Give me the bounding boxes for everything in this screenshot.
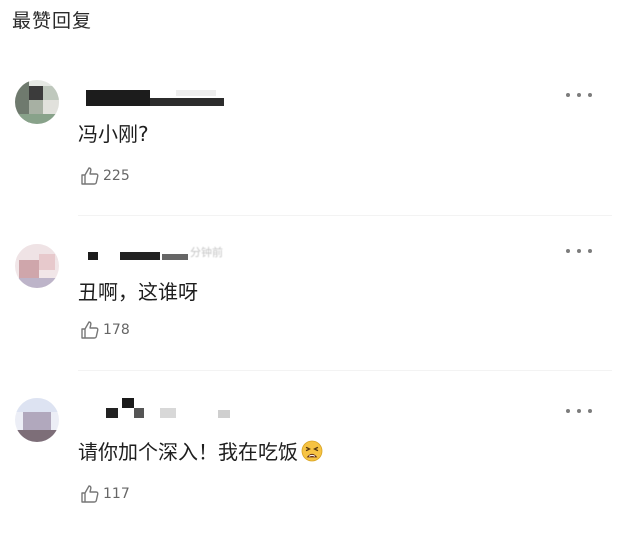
more-dots-icon[interactable]	[566, 246, 592, 256]
thumbs-up-icon	[81, 321, 99, 339]
like-button[interactable]: 117	[80, 484, 130, 504]
divider	[78, 370, 612, 371]
section-title: 最赞回复	[12, 10, 93, 32]
avatar[interactable]	[15, 244, 59, 288]
comment-text: 请你加个深入！我在吃饭	[78, 436, 323, 467]
like-button[interactable]: 225	[80, 166, 130, 186]
comment-text-content: 请你加个深入！我在吃饭	[78, 440, 298, 464]
thumbs-up-icon	[81, 167, 99, 185]
comment-timestamp: 分钟前	[190, 246, 223, 259]
comment-item: 冯小刚? 225	[0, 70, 632, 210]
comment-text: 丑啊，这谁呀	[78, 280, 198, 304]
more-dots-icon[interactable]	[566, 406, 592, 416]
avatar[interactable]	[15, 398, 59, 442]
username-redacted[interactable]	[80, 90, 230, 108]
username-redacted[interactable]	[80, 398, 240, 418]
more-dots-icon[interactable]	[566, 90, 592, 100]
avatar[interactable]	[15, 80, 59, 124]
tired-face-emoji	[301, 440, 323, 467]
like-count: 178	[103, 322, 130, 338]
comment-text: 冯小刚?	[78, 122, 149, 146]
like-count: 117	[103, 486, 130, 502]
like-button[interactable]: 178	[80, 320, 130, 340]
comment-item: 请你加个深入！我在吃饭 117	[0, 388, 632, 538]
like-count: 225	[103, 168, 130, 184]
thumbs-up-icon	[81, 485, 99, 503]
divider	[78, 215, 612, 216]
comment-item: 分钟前 丑啊，这谁呀 178	[0, 232, 632, 372]
